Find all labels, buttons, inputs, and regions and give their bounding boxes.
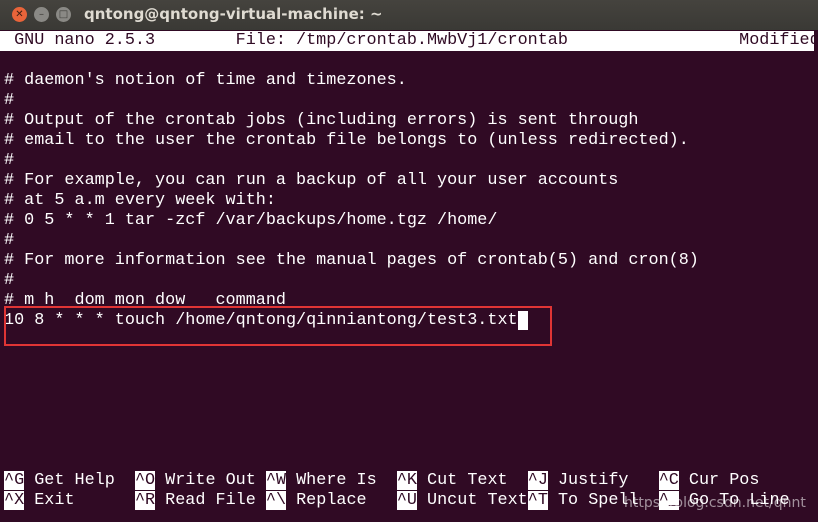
file-line: # daemon's notion of time and timezones. [4,71,407,90]
file-line: # 0 5 * * 1 tar -zcf /var/backups/home.t… [4,211,498,230]
shortcut-label[interactable]: Justify [548,471,659,490]
shortcut-key[interactable]: ^T [527,491,548,510]
file-line: # [4,91,15,110]
shortcut-label[interactable]: Read File [155,491,266,510]
window-title: qntong@qntong-virtual-machine: ~ [84,5,383,23]
file-line: # email to the user the crontab file bel… [4,131,689,150]
shortcut-label[interactable]: Get Help [24,471,135,490]
watermark: https://blog.csdn.net/qnnt [624,495,806,511]
file-line: # Output of the crontab jobs (including … [4,111,639,130]
shortcut-label[interactable]: Replace [286,491,397,510]
shortcut-key[interactable]: ^G [4,471,25,490]
shortcut-row: ^G Get Help ^O Write Out ^W Where Is ^K … [4,471,759,491]
shortcut-key[interactable]: ^\ [265,491,287,510]
shortcut-key[interactable]: ^U [396,491,417,510]
shortcut-label[interactable]: Uncut Text [417,491,528,510]
file-line: # For example, you can run a backup of a… [4,171,619,190]
terminal[interactable]: GNU nano 2.5.3 File: /tmp/crontab.MwbVj1… [0,30,818,522]
shortcut-key[interactable]: ^J [527,471,548,490]
file-line: # [4,151,15,170]
shortcut-key[interactable]: ^K [396,471,417,490]
title-bar: ✕ – □ qntong@qntong-virtual-machine: ~ [0,0,818,30]
shortcut-key[interactable]: ^O [134,471,156,490]
shortcut-key[interactable]: ^X [4,491,25,510]
shortcut-key[interactable]: ^R [134,491,156,510]
minimize-icon[interactable]: – [34,7,49,22]
shortcut-key[interactable]: ^W [265,471,287,490]
shortcut-label[interactable]: Where Is [286,471,397,490]
close-icon[interactable]: ✕ [12,7,27,22]
file-line: # at 5 a.m every week with: [4,191,276,210]
maximize-icon[interactable]: □ [56,7,71,22]
file-line: # [4,271,15,290]
shortcut-key[interactable]: ^C [658,471,679,490]
file-line: # [4,231,15,250]
highlight-box [4,306,552,346]
shortcut-label[interactable]: Write Out [155,471,266,490]
nano-header: GNU nano 2.5.3 File: /tmp/crontab.MwbVj1… [0,31,818,51]
file-line: # For more information see the manual pa… [4,251,699,270]
shortcut-label[interactable]: Exit [24,491,135,510]
shortcut-label[interactable]: Cur Pos [679,471,760,490]
shortcut-label[interactable]: Cut Text [417,471,528,490]
